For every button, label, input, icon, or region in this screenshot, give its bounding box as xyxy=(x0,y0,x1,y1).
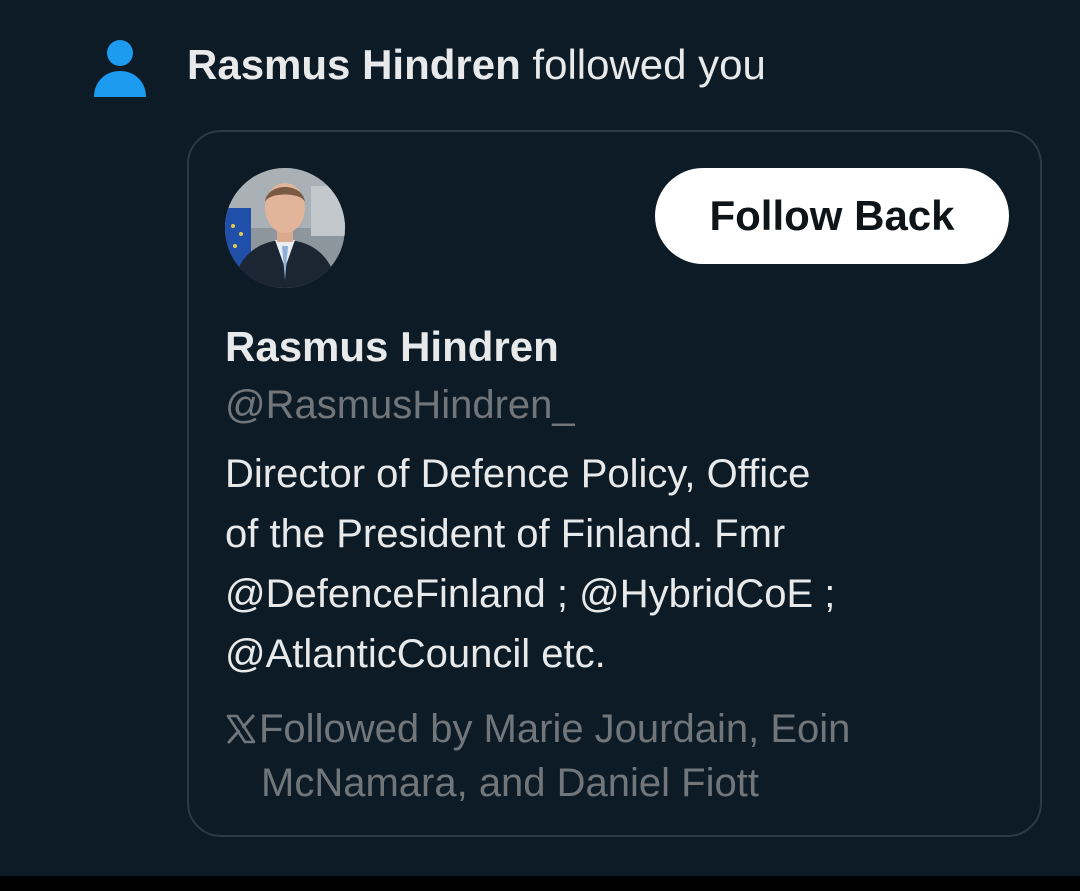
profile-bio: Director of Defence Policy, Office of th… xyxy=(225,444,945,684)
bio-line: @DefenceFinland ; @HybridCoE ; xyxy=(225,572,836,616)
follow-back-button[interactable]: Follow Back xyxy=(655,168,1009,264)
bio-line: @AtlanticCouncil etc. xyxy=(225,632,606,676)
followed-by-line: McNamara, and Daniel Fiott xyxy=(261,761,759,805)
notification-text: Rasmus Hindren followed you xyxy=(187,40,766,90)
user-handle[interactable]: @RasmusHindren_ xyxy=(225,380,575,430)
followed-by-text: Followed by Marie Jourdain, Eoin xyxy=(259,707,851,751)
notification-action-text: followed you xyxy=(520,41,766,88)
bio-line: Director of Defence Policy, Office xyxy=(225,452,811,496)
person-icon xyxy=(92,38,148,98)
avatar[interactable] xyxy=(225,168,345,288)
bio-line: of the President of Finland. Fmr xyxy=(225,512,786,556)
followed-by-line: Followed by Marie Jourdain, Eoin xyxy=(225,702,945,756)
actor-name-link[interactable]: Rasmus Hindren xyxy=(187,41,521,88)
bottom-edge-bar xyxy=(0,876,1080,891)
display-name[interactable]: Rasmus Hindren xyxy=(225,322,559,372)
followed-by[interactable]: Followed by Marie Jourdain, Eoin McNamar… xyxy=(225,702,945,810)
x-logo-icon xyxy=(225,705,257,744)
profile-card[interactable]: Follow Back Rasmus Hindren @RasmusHindre… xyxy=(187,130,1042,837)
